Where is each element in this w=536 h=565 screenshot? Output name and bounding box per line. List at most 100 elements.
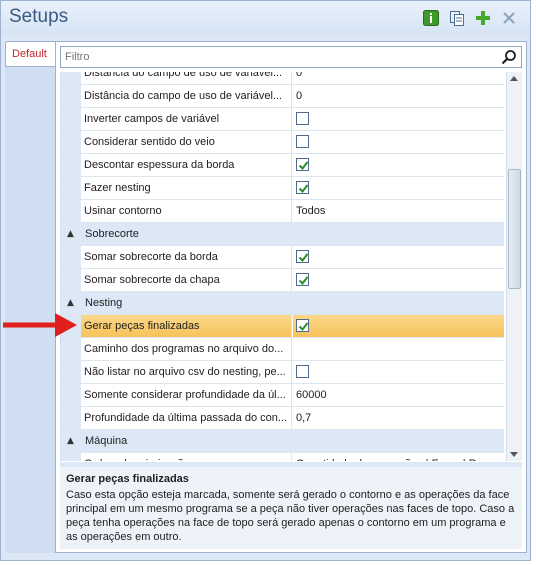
row-gutter (61, 85, 81, 107)
property-name: Profundidade da última passada do con... (81, 407, 292, 429)
property-grid: Distância do campo de uso de variável...… (60, 72, 504, 461)
property-row[interactable]: Somar sobrecorte da borda (61, 246, 504, 269)
checkmark-icon (298, 276, 309, 286)
title-bar: Setups (1, 1, 530, 35)
scroll-up-icon[interactable] (510, 76, 518, 81)
property-name: Usinar contorno (81, 200, 292, 222)
scrollbar-thumb[interactable] (508, 169, 521, 289)
description-text: Caso esta opção esteja marcada, somente … (66, 489, 515, 543)
category-row[interactable]: ▲ Nesting (61, 292, 504, 315)
property-name: Distância do campo de uso de variável... (81, 72, 292, 84)
copy-icon[interactable] (448, 9, 466, 27)
tab-default[interactable]: Default (5, 41, 57, 67)
title-toolbar (422, 9, 518, 27)
property-row[interactable]: Usinar contorno Todos (61, 200, 504, 223)
property-checkbox[interactable] (296, 273, 309, 286)
row-gutter (61, 453, 81, 461)
property-name: Considerar sentido do veio (81, 131, 292, 153)
property-row[interactable]: Distância do campo de uso de variável...… (61, 85, 504, 108)
property-value[interactable] (293, 269, 504, 291)
property-value[interactable]: Todos (293, 200, 504, 222)
property-checkbox[interactable] (296, 181, 309, 194)
property-value[interactable]: 0 (293, 85, 504, 107)
property-row[interactable]: Somar sobrecorte da chapa (61, 269, 504, 292)
property-value[interactable] (293, 154, 504, 176)
property-name: Distância do campo de uso de variável... (81, 85, 292, 107)
scroll-down-icon[interactable] (510, 452, 518, 457)
property-value[interactable] (293, 361, 504, 383)
property-row[interactable]: Descontar espessura da borda (61, 154, 504, 177)
checkmark-icon (298, 253, 309, 263)
checkmark-icon (298, 322, 309, 332)
property-row[interactable]: Profundidade da última passada do con...… (61, 407, 504, 430)
category-row[interactable]: ▲ Máquina (61, 430, 504, 453)
setups-window: Setups Default Distância do campo d (0, 0, 531, 561)
property-name: Somente considerar profundidade da úl... (81, 384, 292, 406)
property-value[interactable]: 60000 (293, 384, 504, 406)
row-gutter (61, 384, 81, 406)
category-label: Nesting (85, 297, 123, 309)
description-title: Gerar peças finalizadas (66, 473, 189, 485)
property-value[interactable] (293, 177, 504, 199)
property-name: Caminho dos programas no arquivo do... (81, 338, 292, 360)
property-row[interactable]: Somente considerar profundidade da úl...… (61, 384, 504, 407)
row-gutter (61, 131, 81, 153)
row-gutter (61, 108, 81, 130)
row-gutter (61, 154, 81, 176)
property-value[interactable] (293, 246, 504, 268)
property-value[interactable]: Quantidade de operações | Furos | Rasgo (293, 453, 504, 461)
property-name: Não listar no arquivo csv do nesting, pe… (81, 361, 292, 383)
row-gutter (61, 361, 81, 383)
property-checkbox[interactable] (296, 250, 309, 263)
property-name: Gerar peças finalizadas (81, 315, 292, 337)
property-checkbox[interactable] (296, 135, 309, 148)
search-icon[interactable] (501, 49, 517, 68)
collapse-icon[interactable]: ▲ (67, 229, 74, 239)
collapse-icon[interactable]: ▲ (67, 298, 74, 308)
property-row[interactable]: Ordem de priorizaçãoQuantidade de operaç… (61, 453, 504, 461)
description-panel: Gerar peças finalizadas Caso esta opção … (60, 467, 522, 549)
collapse-icon[interactable]: ▲ (67, 436, 74, 446)
property-value[interactable] (293, 338, 504, 360)
property-value[interactable] (293, 315, 504, 337)
category-row[interactable]: ▲ Sobrecorte (61, 223, 504, 246)
property-value[interactable] (293, 131, 504, 153)
add-icon[interactable] (474, 9, 492, 27)
row-gutter (61, 72, 81, 84)
property-checkbox[interactable] (296, 158, 309, 171)
category-label: Máquina (85, 435, 128, 447)
property-name: Somar sobrecorte da borda (81, 246, 292, 268)
checkmark-icon (298, 161, 309, 171)
property-value[interactable]: 0,7 (293, 407, 504, 429)
info-icon[interactable] (422, 9, 440, 27)
property-row[interactable]: Não listar no arquivo csv do nesting, pe… (61, 361, 504, 384)
close-icon[interactable] (500, 9, 518, 27)
property-name: Descontar espessura da borda (81, 154, 292, 176)
property-checkbox[interactable] (296, 112, 309, 125)
property-row[interactable]: Inverter campos de variável (61, 108, 504, 131)
filter-input[interactable] (65, 49, 485, 65)
property-value[interactable] (293, 108, 504, 130)
property-row[interactable]: Considerar sentido do veio (61, 131, 504, 154)
category-label: Sobrecorte (85, 228, 139, 240)
row-gutter (61, 177, 81, 199)
row-gutter (61, 246, 81, 268)
window-title: Setups (9, 6, 69, 27)
row-gutter (61, 200, 81, 222)
property-name: Fazer nesting (81, 177, 292, 199)
property-name: Somar sobrecorte da chapa (81, 269, 292, 291)
property-row[interactable]: Distância do campo de uso de variável...… (61, 72, 504, 85)
property-checkbox[interactable] (296, 319, 309, 332)
property-checkbox[interactable] (296, 365, 309, 378)
row-gutter (61, 407, 81, 429)
property-row[interactable]: Caminho dos programas no arquivo do... (61, 338, 504, 361)
property-name: Ordem de priorização (81, 453, 292, 461)
checkmark-icon (298, 184, 309, 194)
property-row[interactable]: Gerar peças finalizadas (61, 315, 504, 338)
property-row[interactable]: Fazer nesting (61, 177, 504, 200)
property-name: Inverter campos de variável (81, 108, 292, 130)
property-value[interactable]: 0 (293, 72, 504, 84)
red-arrow-annotation (3, 313, 77, 337)
vertical-scrollbar[interactable] (506, 72, 522, 461)
property-panel: Distância do campo de uso de variável...… (55, 41, 527, 553)
